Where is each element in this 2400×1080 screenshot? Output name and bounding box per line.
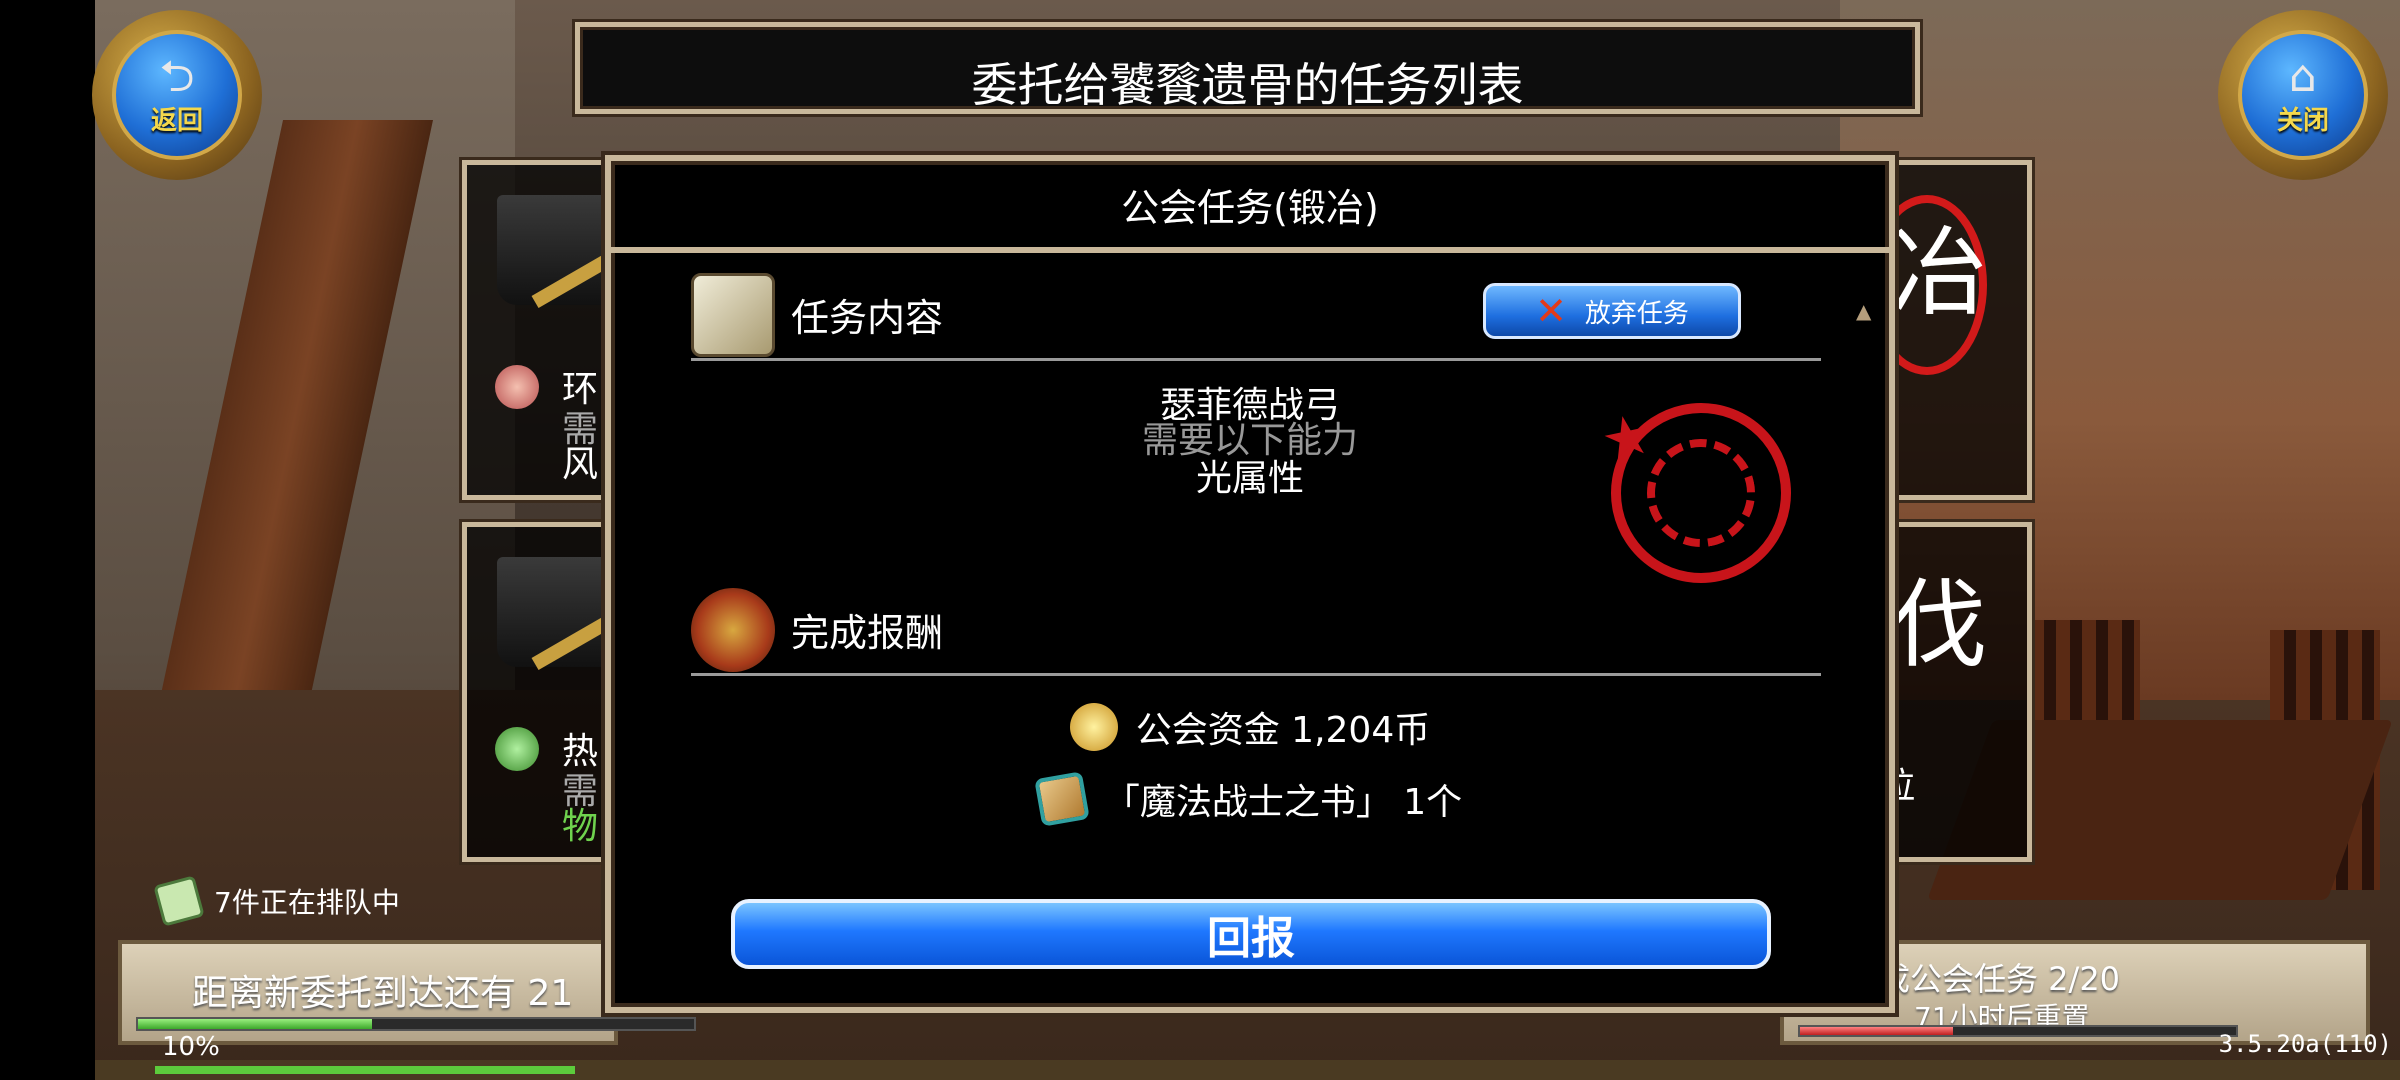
title-bar: 委托给饕餮遗骨的任务列表 bbox=[575, 22, 1920, 114]
back-button[interactable]: ⮌ 返回 bbox=[92, 10, 262, 180]
percent-text: 10% bbox=[162, 1032, 220, 1062]
abandon-task-label: 放弃任务 bbox=[1584, 298, 1689, 329]
progress-fill bbox=[138, 1019, 372, 1029]
quest-card-line: 物 bbox=[562, 806, 599, 847]
reward-item: 「魔法战士之书」 1个 bbox=[611, 771, 1889, 827]
quest-card-type: 冶 bbox=[1891, 217, 1987, 329]
next-delegation-bar: 距离新委托到达还有 21 bbox=[118, 940, 696, 1045]
experience-fill bbox=[155, 1066, 575, 1074]
quest-card-line: 风 bbox=[562, 444, 599, 485]
quest-card-type: 伐 bbox=[1891, 569, 1987, 681]
experience-bar bbox=[95, 1060, 2400, 1080]
material-icon bbox=[495, 365, 539, 409]
return-arrow-icon: ⮌ bbox=[159, 50, 195, 102]
scroll-icon bbox=[153, 875, 205, 927]
x-icon: ✕ bbox=[1535, 289, 1567, 333]
reward-item: 公会资金 1,204币 bbox=[611, 701, 1889, 753]
coins-icon bbox=[1069, 703, 1118, 751]
reward-text: 「魔法战士之书」 1个 bbox=[1103, 782, 1463, 823]
clipboard-icon bbox=[691, 272, 775, 357]
back-button-label: 返回 bbox=[150, 105, 203, 136]
home-icon: ⌂ bbox=[2289, 50, 2317, 102]
completed-progress bbox=[1798, 1025, 2238, 1037]
queue-text: 7件正在排队中 bbox=[214, 886, 400, 919]
section-label: 完成报酬 bbox=[791, 611, 944, 655]
next-delegation-text: 距离新委托到达还有 21 bbox=[192, 973, 574, 1014]
reward-section: 完成报酬 bbox=[691, 586, 1821, 676]
close-button[interactable]: ⌂ 关闭 bbox=[2218, 10, 2388, 180]
book-icon bbox=[1034, 771, 1090, 827]
report-button[interactable]: 回报 bbox=[731, 899, 1771, 969]
progress-fill bbox=[1800, 1027, 1953, 1035]
page-title: 委托给饕餮遗骨的任务列表 bbox=[971, 58, 1524, 112]
caret-icon: ▲ bbox=[1856, 299, 1872, 323]
treasure-chest-icon bbox=[691, 587, 775, 672]
section-label: 任务内容 bbox=[791, 296, 944, 340]
dialog-title: 公会任务(锻冶) bbox=[1121, 185, 1379, 230]
report-button-label: 回报 bbox=[1207, 913, 1295, 964]
close-button-label: 关闭 bbox=[2276, 105, 2329, 136]
queue-status: 7件正在排队中 bbox=[153, 875, 400, 927]
next-delegation-progress bbox=[136, 1017, 696, 1031]
bow-icon bbox=[495, 727, 539, 771]
abandon-task-button[interactable]: ✕ 放弃任务 bbox=[1483, 283, 1741, 339]
dialog-header: 公会任务(锻冶) bbox=[611, 161, 1889, 253]
guild-task-dialog: 公会任务(锻冶) ▲ 任务内容 ✕ 放弃任务 瑟菲德战弓 需要以下能力 光属性 … bbox=[605, 155, 1895, 1013]
reward-text: 公会资金 1,204币 bbox=[1135, 710, 1431, 751]
version-label: 3.5.20a(110) bbox=[2218, 1030, 2392, 1058]
